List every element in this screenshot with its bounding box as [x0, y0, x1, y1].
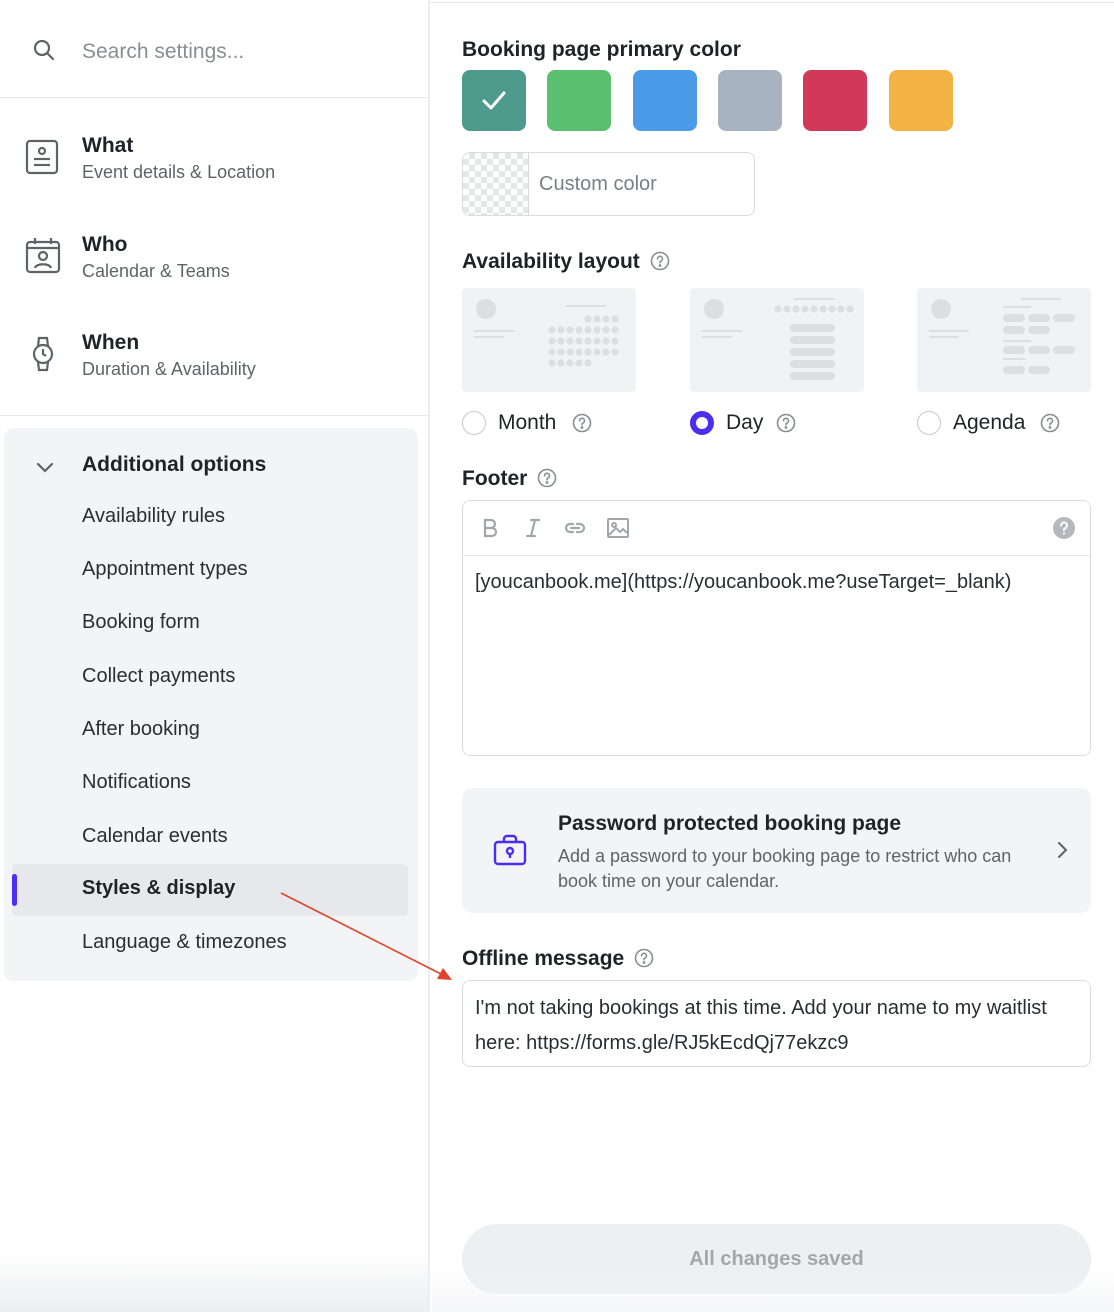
- link-icon[interactable]: [563, 516, 587, 540]
- sidebar-item-notifications[interactable]: Notifications: [12, 758, 408, 810]
- event-details-icon: [25, 139, 59, 175]
- styles-display-content: Booking page primary color Custom color …: [432, 0, 1114, 1312]
- agenda-layout-illustration: [929, 298, 1075, 374]
- check-icon: [482, 91, 506, 110]
- help-icon[interactable]: [537, 468, 557, 488]
- chevron-right-icon: [1058, 842, 1068, 858]
- swatch-gray[interactable]: [718, 70, 782, 131]
- offline-message-field[interactable]: I'm not taking bookings at this time. Ad…: [462, 980, 1091, 1067]
- sidebar-item-label: Collect payments: [82, 665, 236, 687]
- swatch-teal[interactable]: [462, 70, 526, 131]
- nav-item-who[interactable]: Who Calendar & Teams: [0, 197, 428, 287]
- day-radio[interactable]: [690, 411, 714, 435]
- nav-subtitle: Calendar & Teams: [82, 261, 230, 281]
- nav-item-when[interactable]: When Duration & Availability: [0, 295, 428, 385]
- additional-options-toggle[interactable]: Additional options: [4, 446, 418, 486]
- layout-preview-month[interactable]: [462, 288, 636, 392]
- agenda-radio[interactable]: [917, 411, 941, 435]
- layout-option-label: Day: [726, 411, 764, 434]
- nav-title: Who: [82, 233, 128, 256]
- lock-icon: [493, 834, 527, 866]
- password-card-title: Password protected booking page: [558, 812, 902, 835]
- layout-option-label: Month: [498, 411, 557, 434]
- editor-toolbar: [463, 501, 1090, 556]
- sidebar-item-label: Availability rules: [82, 505, 226, 527]
- sidebar-item-after-booking[interactable]: After booking: [12, 705, 408, 757]
- layout-option-agenda[interactable]: Agenda: [917, 410, 1097, 438]
- help-icon[interactable]: [1052, 516, 1076, 540]
- color-swatches: [462, 70, 1082, 132]
- chevron-down-icon: [36, 462, 54, 473]
- layout-option-month[interactable]: Month: [462, 410, 642, 438]
- calendar-person-icon: [25, 238, 61, 274]
- layout-preview-agenda[interactable]: [917, 288, 1091, 392]
- layout-option-label: Agenda: [953, 411, 1026, 434]
- search-input[interactable]: [82, 34, 402, 70]
- search-bar: [0, 4, 428, 98]
- sidebar-item-label: Notifications: [82, 771, 191, 793]
- save-status-button[interactable]: All changes saved: [462, 1224, 1091, 1294]
- day-layout-illustration: [702, 298, 854, 380]
- help-icon[interactable]: [650, 251, 670, 271]
- primary-color-label: Booking page primary color: [462, 38, 741, 61]
- help-icon[interactable]: [776, 413, 796, 433]
- sidebar-item-label: Booking form: [82, 611, 200, 633]
- settings-sidebar: What Event details & Location Who Calend…: [0, 0, 430, 1312]
- additional-options-label: Additional options: [82, 453, 267, 476]
- availability-layout-heading: Availability layout: [462, 250, 670, 274]
- swatch-green[interactable]: [547, 70, 611, 131]
- nav-item-what[interactable]: What Event details & Location: [0, 98, 428, 188]
- custom-color-button[interactable]: Custom color: [462, 152, 755, 216]
- nav-title: When: [82, 331, 140, 354]
- watch-icon: [32, 336, 54, 372]
- search-icon: [33, 39, 55, 61]
- sidebar-item-label: After booking: [82, 718, 200, 740]
- sidebar-item-label: Styles & display: [82, 877, 236, 899]
- sidebar-item-availability-rules[interactable]: Availability rules: [12, 492, 408, 544]
- nav-subtitle: Duration & Availability: [82, 359, 256, 379]
- offline-message-heading: Offline message: [462, 947, 654, 971]
- transparency-preview: [463, 153, 529, 215]
- additional-options-panel: Additional options Availability rules Ap…: [4, 428, 418, 981]
- swatch-blue[interactable]: [633, 70, 697, 131]
- italic-icon[interactable]: [521, 516, 545, 540]
- footer-heading: Footer: [462, 467, 557, 491]
- help-icon[interactable]: [1040, 413, 1060, 433]
- sidebar-item-collect-payments[interactable]: Collect payments: [12, 652, 408, 704]
- password-protected-card[interactable]: Password protected booking page Add a pa…: [462, 788, 1091, 913]
- custom-color-label: Custom color: [539, 173, 657, 195]
- bold-icon[interactable]: [478, 516, 502, 540]
- sidebar-item-language-timezones[interactable]: Language & timezones: [12, 918, 408, 970]
- availability-layout-label: Availability layout: [462, 250, 640, 273]
- layout-option-day[interactable]: Day: [690, 410, 850, 438]
- sidebar-item-calendar-events[interactable]: Calendar events: [12, 812, 408, 864]
- layout-preview-day[interactable]: [690, 288, 864, 392]
- image-icon[interactable]: [606, 516, 630, 540]
- swatch-red[interactable]: [803, 70, 867, 131]
- sidebar-item-label: Language & timezones: [82, 931, 287, 953]
- footer-text[interactable]: [youcanbook.me](https://youcanbook.me?us…: [475, 567, 1075, 597]
- sidebar-bottom-fade: [0, 1252, 428, 1312]
- sidebar-item-label: Calendar events: [82, 825, 228, 847]
- help-icon[interactable]: [572, 413, 592, 433]
- nav-subtitle: Event details & Location: [82, 162, 276, 182]
- sidebar-item-styles-display[interactable]: Styles & display: [12, 864, 408, 916]
- nav-title: What: [82, 134, 134, 157]
- footer-label: Footer: [462, 467, 528, 490]
- offline-message-label: Offline message: [462, 947, 625, 970]
- month-radio[interactable]: [462, 411, 486, 435]
- sidebar-item-appointment-types[interactable]: Appointment types: [12, 545, 408, 597]
- footer-editor[interactable]: [youcanbook.me](https://youcanbook.me?us…: [462, 500, 1091, 756]
- sidebar-item-booking-form[interactable]: Booking form: [12, 598, 408, 650]
- main-nav: What Event details & Location Who Calend…: [0, 98, 428, 416]
- help-icon[interactable]: [634, 948, 654, 968]
- sidebar-item-label: Appointment types: [82, 558, 248, 580]
- password-card-description: Add a password to your booking page to r…: [558, 846, 1012, 891]
- month-layout-illustration: [474, 299, 619, 367]
- active-indicator: [12, 874, 17, 906]
- swatch-orange[interactable]: [889, 70, 953, 131]
